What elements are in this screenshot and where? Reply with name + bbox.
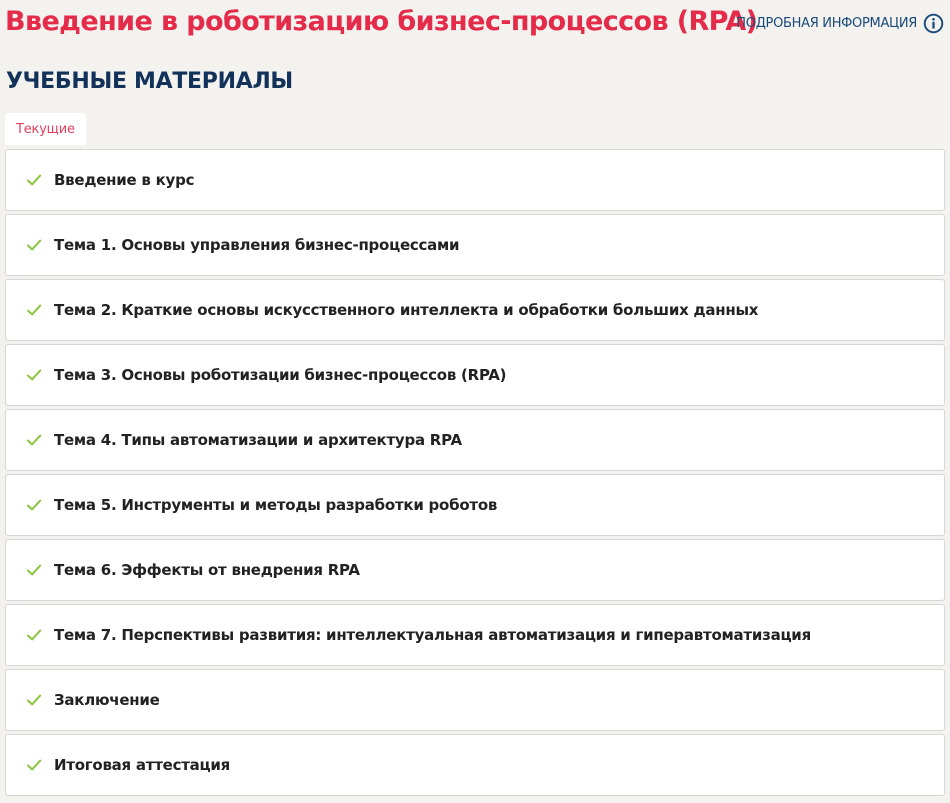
material-item-topic-7[interactable]: Тема 7. Перспективы развития: интеллекту… [5, 604, 945, 666]
material-label: Тема 2. Краткие основы искусственного ин… [54, 301, 759, 319]
material-item-topic-6[interactable]: Тема 6. Эффекты от внедрения RPA [5, 539, 945, 601]
details-link[interactable]: ПОДРОБНАЯ ИНФОРМАЦИЯ [736, 13, 944, 34]
check-icon [27, 239, 42, 251]
check-icon [27, 369, 42, 381]
check-icon [27, 174, 42, 186]
check-icon [27, 694, 42, 706]
info-circle-icon [923, 13, 944, 34]
check-icon [27, 759, 42, 771]
material-item-final-assessment[interactable]: Итоговая аттестация [5, 734, 945, 796]
check-icon [27, 304, 42, 316]
course-title: Введение в роботизацию бизнес-процессов … [5, 6, 758, 37]
check-icon [27, 499, 42, 511]
material-item-intro[interactable]: Введение в курс [5, 149, 945, 211]
material-label: Тема 1. Основы управления бизнес-процесс… [54, 236, 460, 254]
material-label: Введение в курс [54, 171, 195, 189]
check-icon [27, 564, 42, 576]
material-item-topic-1[interactable]: Тема 1. Основы управления бизнес-процесс… [5, 214, 945, 276]
material-label: Тема 3. Основы роботизации бизнес-процес… [54, 366, 507, 384]
material-label: Тема 6. Эффекты от внедрения RPA [54, 561, 360, 579]
materials-tabs: Текущие [5, 113, 86, 145]
tab-current[interactable]: Текущие [5, 113, 86, 145]
check-icon [27, 434, 42, 446]
materials-list: Введение в курс Тема 1. Основы управлени… [5, 149, 945, 799]
material-label: Заключение [54, 691, 160, 709]
section-heading: УЧЕБНЫЕ МАТЕРИАЛЫ [6, 69, 293, 94]
material-item-topic-3[interactable]: Тема 3. Основы роботизации бизнес-процес… [5, 344, 945, 406]
material-item-topic-5[interactable]: Тема 5. Инструменты и методы разработки … [5, 474, 945, 536]
check-icon [27, 629, 42, 641]
material-item-topic-4[interactable]: Тема 4. Типы автоматизации и архитектура… [5, 409, 945, 471]
material-label: Тема 7. Перспективы развития: интеллекту… [54, 626, 811, 644]
details-label: ПОДРОБНАЯ ИНФОРМАЦИЯ [736, 16, 917, 31]
material-label: Тема 4. Типы автоматизации и архитектура… [54, 431, 462, 449]
material-item-topic-2[interactable]: Тема 2. Краткие основы искусственного ин… [5, 279, 945, 341]
material-item-conclusion[interactable]: Заключение [5, 669, 945, 731]
material-label: Тема 5. Инструменты и методы разработки … [54, 496, 498, 514]
material-label: Итоговая аттестация [54, 756, 231, 774]
